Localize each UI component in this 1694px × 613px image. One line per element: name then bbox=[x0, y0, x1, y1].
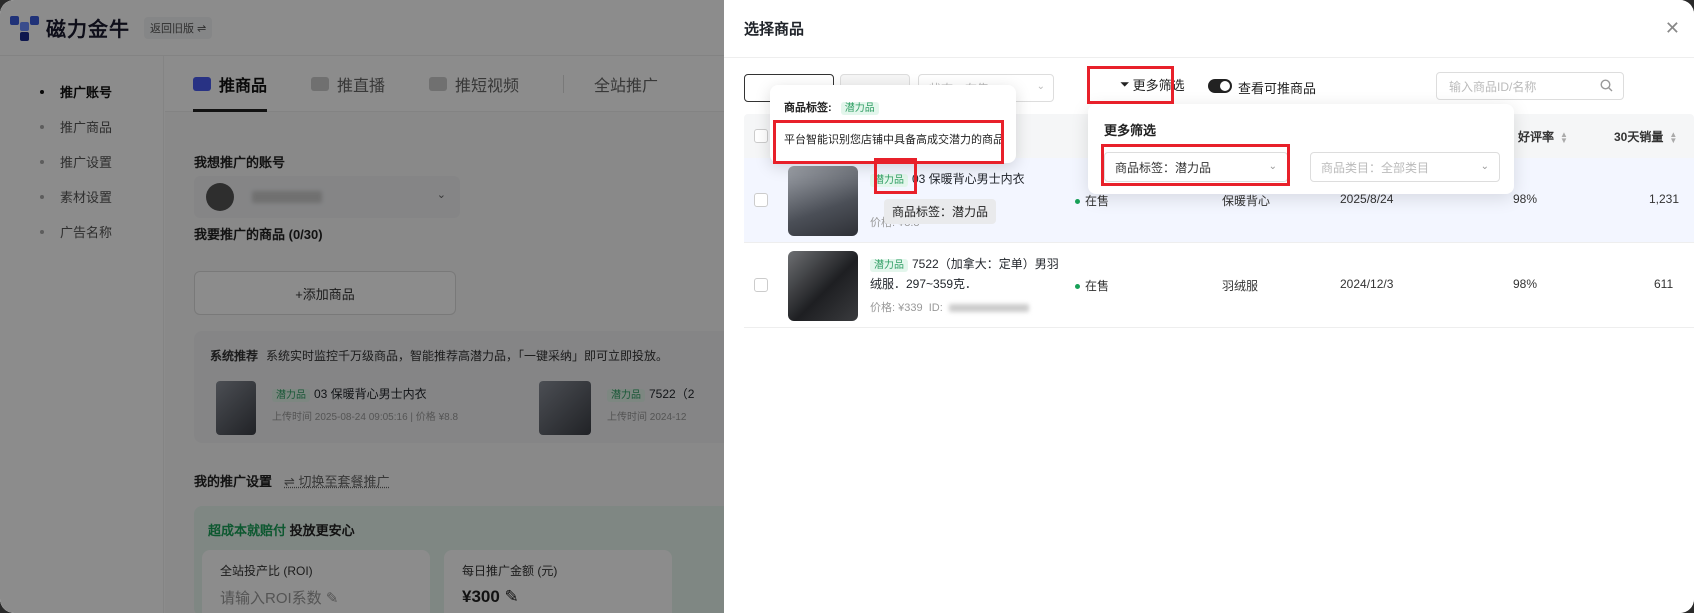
category-select[interactable]: 商品类目：全部类目 ⌄ bbox=[1310, 152, 1500, 182]
date-cell: 2024/12/3 bbox=[1340, 277, 1394, 291]
select-all-checkbox[interactable] bbox=[754, 129, 768, 143]
hover-tooltip: 商品标签：潜力品 bbox=[884, 199, 997, 224]
product-id-blurred bbox=[948, 304, 1029, 313]
rating-cell: 98% bbox=[1513, 277, 1538, 291]
product-name: 潜力品 7522（加拿大：定单）男羽绒服．297~359克． bbox=[870, 255, 1070, 293]
product-image bbox=[788, 251, 858, 321]
potential-tag[interactable]: 潜力品 bbox=[870, 174, 908, 187]
th-rating[interactable]: 好评率 ▲ ▼ bbox=[1518, 128, 1568, 145]
search-icon[interactable] bbox=[1600, 79, 1613, 95]
search-placeholder: 输入商品ID/名称 bbox=[1449, 79, 1537, 94]
th-sales[interactable]: 30天销量 ▲ ▼ bbox=[1614, 128, 1677, 145]
available-toggle[interactable] bbox=[1208, 79, 1232, 93]
potential-tag[interactable]: 潜力品 bbox=[870, 259, 908, 272]
rating-cell: 98% bbox=[1513, 192, 1538, 206]
id-label: ID: bbox=[928, 302, 943, 314]
modal-overlay[interactable] bbox=[0, 0, 724, 613]
row-checkbox[interactable] bbox=[754, 278, 768, 292]
tag-tooltip: 商品标签: 潜力品 平台智能识别您店铺中具备高成交潜力的商品 bbox=[770, 85, 1016, 163]
sales-cell: 611 bbox=[1654, 277, 1674, 291]
drawer-title: 选择商品 bbox=[744, 21, 805, 38]
more-filter-button[interactable]: ⏷ 更多筛选 bbox=[1120, 75, 1185, 94]
search-input[interactable]: 输入商品ID/名称 bbox=[1436, 72, 1624, 100]
price-text: 价格: ¥339 bbox=[870, 302, 923, 314]
chevron-down-icon: ⌄ bbox=[1268, 161, 1277, 172]
filter-icon: ⏷ bbox=[1120, 77, 1130, 91]
app-window: 磁力金牛 返回旧版 ⇌ 推广账号 推广商品 推广设置 素材设置 广告名称 推商品… bbox=[0, 0, 1694, 613]
date-cell: 2025/8/24 bbox=[1340, 192, 1394, 206]
tag-select[interactable]: 商品标签：潜力品 ⌄ bbox=[1104, 152, 1288, 182]
status-text: 在售 bbox=[1085, 194, 1110, 208]
sort-icon: ▲ ▼ bbox=[1560, 129, 1568, 145]
chevron-down-icon: ⌄ bbox=[1036, 81, 1045, 92]
more-filter-label: 更多筛选 bbox=[1132, 78, 1185, 93]
category-select-value: 商品类目：全部类目 bbox=[1321, 160, 1430, 175]
category-cell: 保暖背心 bbox=[1222, 194, 1271, 208]
product-name: 潜力品 03 保暖背心男士内衣 bbox=[870, 170, 1070, 190]
status-dot-icon bbox=[1075, 284, 1080, 290]
status-text: 在售 bbox=[1085, 279, 1110, 293]
tag-select-value: 商品标签：潜力品 bbox=[1115, 160, 1212, 175]
th-label: 好评率 bbox=[1518, 130, 1555, 144]
tooltip-label: 商品标签: bbox=[784, 102, 832, 114]
product-name-text: 03 保暖背心男士内衣 bbox=[912, 172, 1025, 186]
tooltip-desc: 平台智能识别您店铺中具备高成交潜力的商品 bbox=[784, 134, 1004, 146]
status-cell: 在售 bbox=[1075, 277, 1109, 294]
product-image bbox=[788, 166, 858, 236]
status-cell: 在售 bbox=[1075, 192, 1109, 209]
row-checkbox[interactable] bbox=[754, 193, 768, 207]
toggle-label: 查看可推商品 bbox=[1238, 81, 1317, 96]
sales-cell: 1,231 bbox=[1649, 192, 1680, 206]
more-filter-popover: 更多筛选 商品标签：潜力品 ⌄ 商品类目：全部类目 ⌄ bbox=[1088, 104, 1514, 194]
category-cell: 羽绒服 bbox=[1222, 279, 1259, 293]
tooltip-tag: 潜力品 bbox=[840, 102, 879, 115]
chevron-down-icon: ⌄ bbox=[1480, 161, 1489, 172]
table-row[interactable]: 潜力品 7522（加拿大：定单）男羽绒服．297~359克． 价格: ¥339 I… bbox=[744, 243, 1694, 328]
status-dot-icon bbox=[1075, 199, 1080, 205]
product-price: 价格: ¥339 ID: bbox=[870, 299, 1029, 315]
close-icon[interactable]: ✕ bbox=[1665, 18, 1680, 39]
popover-title: 更多筛选 bbox=[1104, 123, 1157, 138]
th-label: 30天销量 bbox=[1614, 130, 1664, 144]
sort-icon: ▲ ▼ bbox=[1669, 129, 1678, 145]
